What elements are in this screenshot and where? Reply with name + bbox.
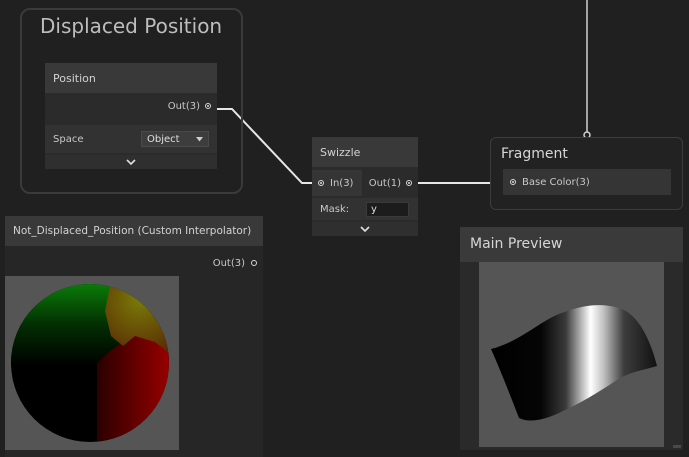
swizzle-output-label: Out(1) <box>368 177 401 189</box>
group-title[interactable]: Displaced Position <box>40 14 222 38</box>
preview-sphere <box>11 284 169 442</box>
main-preview-viewport[interactable] <box>479 262 664 447</box>
position-output-row: Out(3) <box>45 95 217 117</box>
mask-input[interactable]: y <box>366 202 409 217</box>
custom-interpolator-output-label: Out(3) <box>212 257 245 269</box>
node-preview <box>5 276 179 450</box>
base-color-port[interactable] <box>510 179 516 185</box>
space-dropdown[interactable]: Object <box>141 131 209 147</box>
swizzle-input-port[interactable] <box>318 180 324 186</box>
base-color-label: Base Color(3) <box>522 176 590 188</box>
fragment-block[interactable]: Fragment Base Color(3) <box>490 137 683 210</box>
preview-mesh <box>491 305 657 421</box>
position-expand-toggle[interactable] <box>45 155 217 169</box>
swizzle-mask-row: Mask: y <box>312 198 418 220</box>
swizzle-input-label: In(3) <box>330 177 354 189</box>
dropdown-arrow-icon <box>196 136 203 141</box>
swizzle-node-title[interactable]: Swizzle <box>312 137 418 167</box>
swizzle-output-row: Out(1) <box>362 170 418 196</box>
main-preview-title: Main Preview <box>470 236 563 252</box>
custom-interpolator-title[interactable]: Not_Displaced_Position (Custom Interpola… <box>5 216 263 246</box>
custom-interpolator-output-port[interactable] <box>251 260 257 266</box>
main-preview-header[interactable]: Main Preview <box>460 227 683 262</box>
position-node[interactable]: Position Out(3) Space Object <box>45 63 217 169</box>
space-dropdown-value: Object <box>147 133 180 145</box>
position-output-label: Out(3) <box>167 100 200 112</box>
swizzle-output-port[interactable] <box>406 180 412 186</box>
fragment-title[interactable]: Fragment <box>501 146 568 162</box>
fragment-base-color-row[interactable]: Base Color(3) <box>503 169 671 195</box>
position-node-title[interactable]: Position <box>45 63 217 93</box>
chevron-down-icon <box>126 159 136 165</box>
swizzle-input-row: In(3) <box>312 170 362 196</box>
custom-interpolator-output-row: Out(3) <box>5 251 263 275</box>
main-preview-panel[interactable]: Main Preview <box>460 227 683 450</box>
chevron-down-icon <box>360 226 370 232</box>
swizzle-expand-toggle[interactable] <box>312 222 418 236</box>
mask-label: Mask: <box>320 203 350 215</box>
custom-interpolator-node[interactable]: Not_Displaced_Position (Custom Interpola… <box>5 216 263 457</box>
position-output-port[interactable] <box>205 103 211 109</box>
position-space-row: Space Object <box>45 125 217 153</box>
swizzle-node[interactable]: Swizzle In(3) Out(1) Mask: y <box>312 137 418 236</box>
resize-handle[interactable] <box>673 445 681 448</box>
space-label: Space <box>53 133 84 145</box>
